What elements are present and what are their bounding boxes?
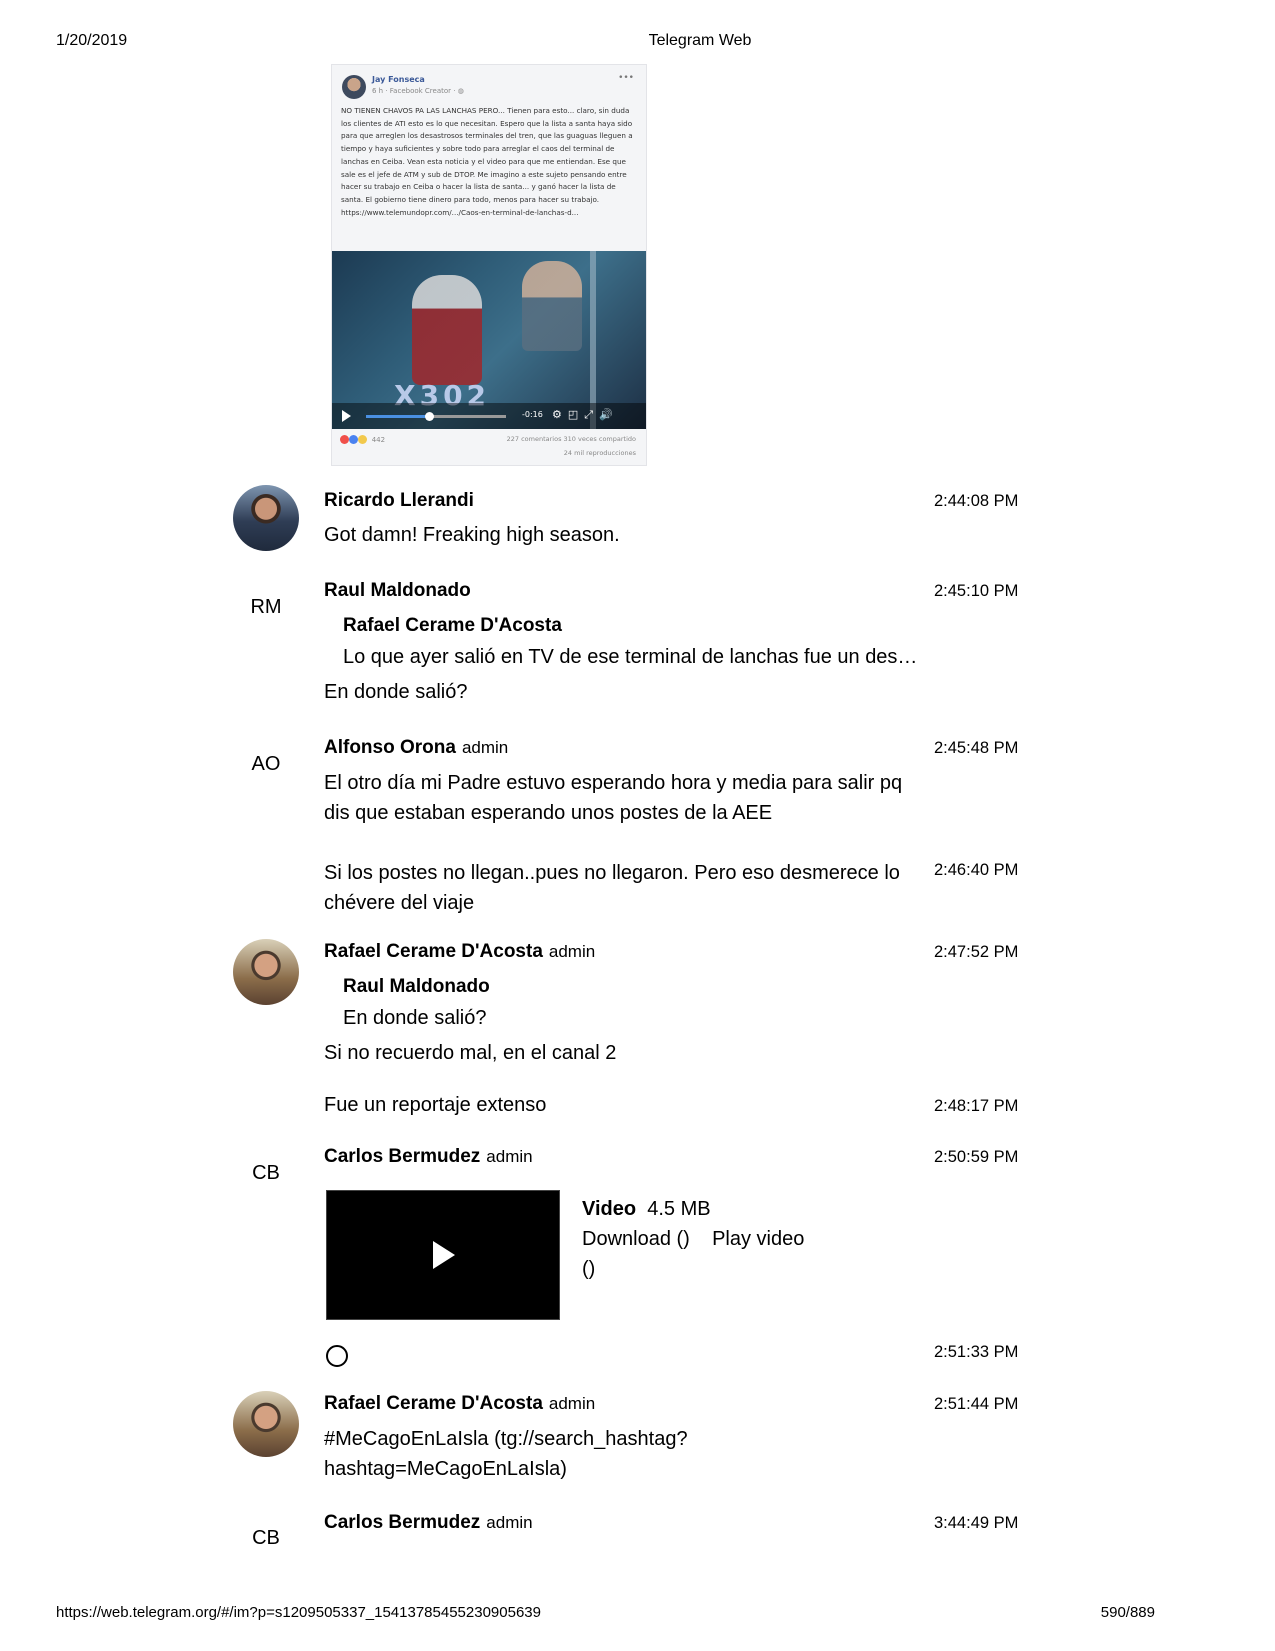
video-label: Video — [582, 1198, 637, 1220]
message-text-line: El otro día mi Padre estuvo esperando ho… — [324, 772, 903, 794]
video-progress-fill — [366, 415, 429, 418]
sender-name[interactable]: Alfonso Orona admin — [324, 737, 508, 759]
message-text-line: dis que estaban esperando unos postes de… — [324, 802, 773, 824]
globe-icon: ◍ — [457, 87, 464, 95]
reply-text[interactable]: Lo que ayer salió en TV de ese terminal … — [343, 646, 917, 669]
admin-badge: admin — [486, 1513, 533, 1532]
play-video-link[interactable]: Play video — [712, 1228, 804, 1250]
message-text-line: chévere del viaje — [324, 892, 475, 914]
message-time: 2:48:17 PM — [934, 1097, 1019, 1115]
settings-icon: ⚙ — [552, 408, 568, 421]
video-progress-knob — [425, 412, 434, 421]
message-time: 2:46:40 PM — [934, 861, 1019, 879]
play-video-link-paren[interactable]: () — [582, 1258, 595, 1281]
video-size: 4.5 MB — [647, 1198, 711, 1220]
message-time: 2:45:48 PM — [934, 739, 1019, 757]
fb-author-avatar — [342, 75, 366, 99]
like-reaction-icon — [349, 435, 359, 444]
haha-reaction-icon — [358, 435, 368, 444]
fullscreen-icon: ⤢ — [584, 408, 600, 421]
fb-author-name: Jay Fonseca — [372, 75, 425, 84]
avatar-initials[interactable]: RM — [233, 596, 299, 619]
reply-sender-name[interactable]: Rafael Cerame D'Acosta — [343, 615, 562, 637]
facebook-post-image[interactable]: Jay Fonseca 6 h · Facebook Creator · ◍ •… — [331, 64, 647, 466]
sender-name[interactable]: Rafael Cerame D'Acosta admin — [324, 941, 595, 963]
reply-sender-name[interactable]: Raul Maldonado — [343, 976, 490, 998]
hashtag-link[interactable]: hashtag=MeCagoEnLaIsla) — [324, 1454, 567, 1484]
message-text: Fue un reportaje extenso — [324, 1094, 547, 1116]
message-time: 2:45:10 PM — [934, 582, 1019, 600]
hashtag-link[interactable]: #MeCagoEnLaIsla (tg://search_hashtag? — [324, 1424, 688, 1454]
fb-reactions: 442 — [340, 435, 385, 444]
message-time: 3:44:49 PM — [934, 1514, 1019, 1532]
sender-name[interactable]: Raul Maldonado — [324, 580, 471, 602]
message-time: 2:44:08 PM — [934, 492, 1019, 510]
play-icon — [342, 410, 351, 422]
more-options-icon: ••• — [618, 73, 634, 83]
admin-badge: admin — [548, 1394, 596, 1413]
avatar-ricardo-llerandi[interactable] — [233, 485, 299, 551]
fb-comments-shares: 227 comentarios 310 veces compartido — [506, 435, 636, 443]
fb-video-frame: X302 -0:16 ⚙◰⤢🔊 — [332, 251, 646, 429]
avatar-rafael-cerame[interactable] — [233, 939, 299, 1005]
video-time: -0:16 — [522, 410, 543, 419]
fb-views: 24 mil reproducciones — [563, 449, 636, 457]
fb-video-controls: -0:16 ⚙◰⤢🔊 — [332, 403, 646, 429]
sender-name[interactable]: Carlos Bermudez admin — [324, 1512, 533, 1534]
video-info: Video 4.5 MB — [582, 1198, 711, 1221]
play-icon[interactable] — [433, 1241, 455, 1269]
volume-icon: 🔊 — [599, 408, 619, 421]
sender-name[interactable]: Carlos Bermudez admin — [324, 1146, 533, 1168]
message-time: 2:50:59 PM — [934, 1148, 1019, 1166]
sender-name[interactable]: Ricardo Llerandi — [324, 490, 474, 512]
avatar-rafael-cerame[interactable] — [233, 1391, 299, 1457]
reactions-count: 442 — [371, 435, 386, 444]
message-text: Got damn! Freaking high season. — [324, 524, 620, 546]
fb-post-meta: 6 h · Facebook Creator · ◍ — [372, 87, 464, 95]
avatar-initials[interactable]: CB — [233, 1162, 299, 1185]
download-link[interactable]: Download () — [582, 1228, 690, 1250]
print-page-number: 590/889 — [1100, 1604, 1155, 1621]
message-text: Si no recuerdo mal, en el canal 2 — [324, 1042, 617, 1064]
man-figure — [522, 261, 582, 351]
message-time: 2:51:33 PM — [934, 1343, 1019, 1361]
message-text: En donde salió? — [324, 681, 468, 703]
video-actions: Download () Play video — [582, 1228, 804, 1251]
sender-name[interactable]: Rafael Cerame D'Acosta admin — [324, 1393, 595, 1415]
admin-badge: admin — [548, 942, 596, 961]
avatar-initials[interactable]: AO — [233, 753, 299, 776]
reply-text[interactable]: En donde salió? — [343, 1007, 486, 1030]
print-title: Telegram Web — [648, 32, 752, 49]
pip-icon: ◰ — [567, 408, 585, 421]
message-time: 2:47:52 PM — [934, 943, 1019, 961]
video-thumbnail[interactable] — [326, 1190, 560, 1320]
santa-figure — [412, 275, 482, 385]
avatar-initials[interactable]: CB — [233, 1527, 299, 1550]
video-progress-bar — [366, 412, 506, 421]
message-text-line: Si los postes no llegan..pues no llegaro… — [324, 862, 900, 884]
print-url: https://web.telegram.org/#/im?p=s1209505… — [56, 1604, 541, 1621]
admin-badge: admin — [461, 738, 509, 757]
fb-post-text: NO TIENEN CHAVOS PA LAS LANCHAS PERO... … — [341, 106, 633, 217]
video-control-icons: ⚙◰⤢🔊 — [552, 408, 619, 422]
love-reaction-icon — [340, 435, 349, 444]
admin-badge: admin — [486, 1147, 533, 1166]
laughing-emoji-icon — [326, 1345, 348, 1367]
message-time: 2:51:44 PM — [934, 1395, 1019, 1413]
